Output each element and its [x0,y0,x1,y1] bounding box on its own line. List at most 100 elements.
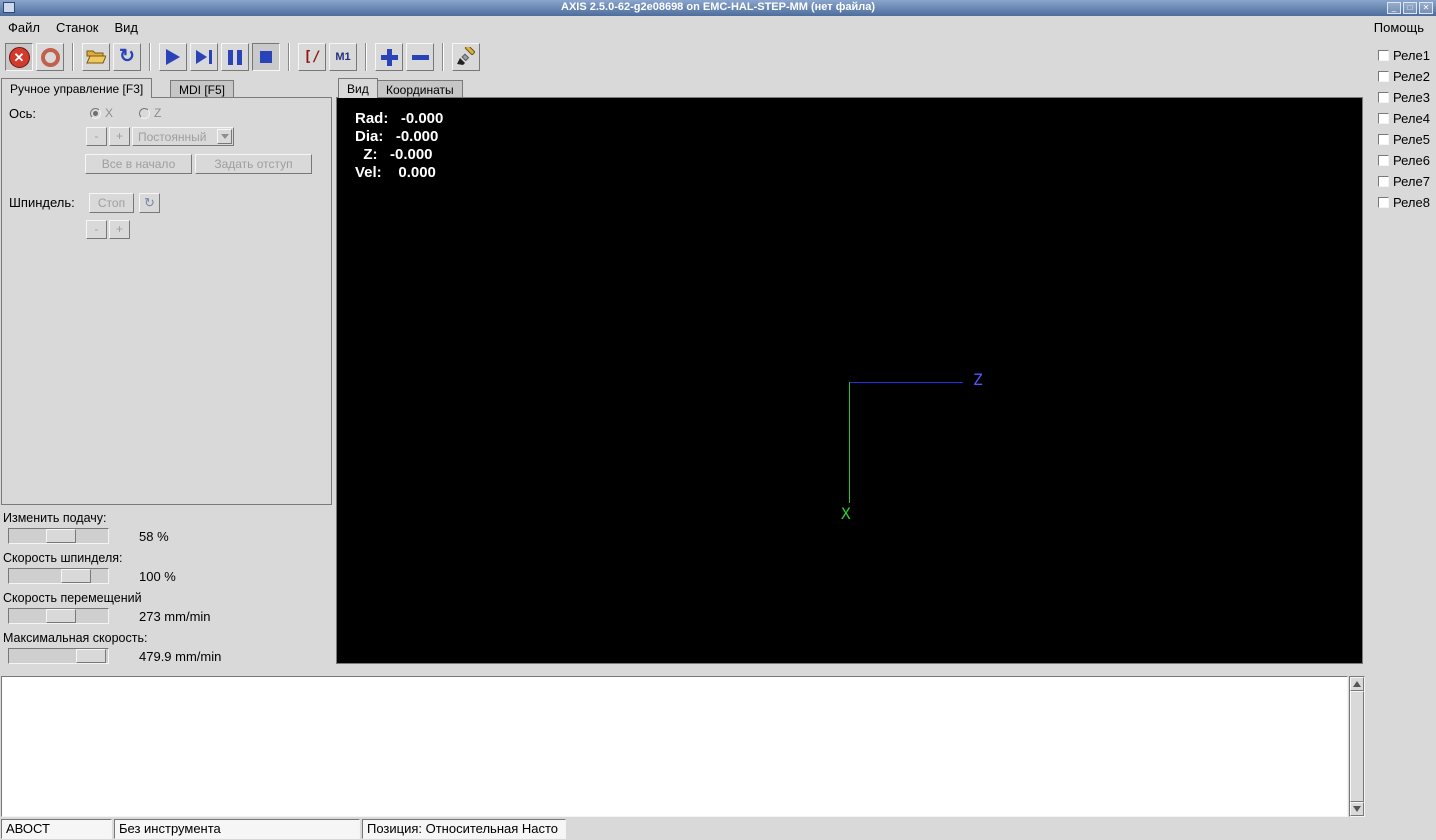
home-all-button[interactable]: Все в начало [85,154,192,174]
radio-icon [90,107,101,119]
scrollbar-thumb[interactable] [1350,691,1364,802]
feed-override-label: Изменить подачу: [3,511,107,525]
status-estop: АВОСТ [1,819,112,839]
menu-help[interactable]: Помощь [1366,17,1432,38]
estop-button[interactable]: ✕ [5,43,33,71]
tab-manual-control[interactable]: Ручное управление [F3] [1,78,153,98]
spindle-clockwise-button[interactable]: ↻ [139,193,160,213]
tab-preview[interactable]: Вид [338,78,378,98]
jog-speed-label: Скорость перемещений [3,591,142,605]
preview-canvas[interactable]: Rad: -0.000 Dia: -0.000 Z: -0.000 Vel: 0… [337,98,1362,663]
x-axis-label: X [841,504,851,523]
statusbar: АВОСТ Без инструмента Позиция: Относител… [0,819,1436,839]
readout-line-vel: Vel: 0.000 [355,164,436,181]
block-delete-button[interactable]: [/ [298,43,326,71]
relay-label: Реле7 [1393,173,1430,189]
jog-speed-slider[interactable] [8,608,109,624]
tab-dro[interactable]: Координаты [377,80,463,97]
toolbar-separator [72,43,74,71]
relay-checkbox-2[interactable]: Реле2 [1378,68,1430,84]
titlebar: AXIS 2.5.0-62-g2e08698 on EMC-HAL-STEP-M… [0,0,1436,16]
scroll-down-icon[interactable] [1350,802,1364,816]
relay-checkbox-6[interactable]: Реле6 [1378,152,1430,168]
menu-view[interactable]: Вид [107,17,147,38]
max-speed-value: 479.9 mm/min [139,648,222,664]
machine-power-button[interactable] [36,43,64,71]
minimize-button[interactable]: _ [1387,2,1401,14]
spindle-plus-button[interactable]: + [109,220,130,239]
block-delete-icon: [/ [303,49,321,65]
gcode-scrollbar[interactable] [1349,676,1365,817]
relay-label: Реле3 [1393,89,1430,105]
chevron-down-icon[interactable] [217,129,232,144]
optional-stop-button[interactable]: M1 [329,43,357,71]
jog-mode-combobox[interactable]: Постоянный [132,127,234,146]
max-speed-slider[interactable] [8,648,109,664]
checkbox-icon [1378,49,1389,61]
jog-minus-button[interactable]: - [86,127,107,146]
readout-line-z: Z: -0.000 [355,146,433,163]
x-axis-line [849,382,850,503]
relay-label: Реле2 [1393,68,1430,84]
z-axis-line [850,382,963,383]
manual-control-panel: Ось: X Z - + Постоянный Все в начало Зад… [1,97,332,505]
slider-handle[interactable] [46,529,76,543]
checkbox-icon [1378,154,1389,166]
touch-off-button[interactable]: Задать отступ [195,154,312,174]
relay-label: Реле5 [1393,131,1430,147]
slider-handle[interactable] [46,609,76,623]
position-readout: Rad: -0.000 Dia: -0.000 Z: -0.000 Vel: 0… [355,110,443,182]
pause-button[interactable] [221,43,249,71]
slider-handle[interactable] [61,569,91,583]
relay-checkbox-3[interactable]: Реле3 [1378,89,1430,105]
relay-checkbox-5[interactable]: Реле5 [1378,131,1430,147]
stop-icon [260,51,272,63]
run-button[interactable] [159,43,187,71]
tab-mdi[interactable]: MDI [F5] [170,80,235,97]
relay-checkbox-7[interactable]: Реле7 [1378,173,1430,189]
checkbox-icon [1378,175,1389,187]
zoom-in-button[interactable] [375,43,403,71]
stop-button[interactable] [252,43,280,71]
zoom-out-icon [411,54,429,60]
slider-handle[interactable] [76,649,106,663]
close-button[interactable]: ✕ [1419,2,1433,14]
axis-radio-x[interactable]: X [90,106,113,120]
z-axis-label: Z [973,370,983,389]
spindle-override-slider[interactable] [8,568,109,584]
spindle-override-value: 100 % [139,568,176,584]
open-folder-icon [86,50,106,64]
feed-override-slider[interactable] [8,528,109,544]
menubar: Файл Станок Вид Помощь [0,16,1436,38]
max-speed-group: Максимальная скорость: 479.9 mm/min [0,631,332,664]
step-button[interactable] [190,43,218,71]
estop-icon: ✕ [8,46,30,68]
clear-plot-brush-icon [457,47,476,65]
open-file-button[interactable] [82,43,110,71]
machine-power-icon [40,47,60,67]
scroll-up-icon[interactable] [1350,677,1364,691]
reload-button[interactable]: ↻ [113,43,141,71]
toolbar-separator [288,43,290,71]
spindle-stop-button[interactable]: Стоп [89,193,134,213]
spindle-minus-button[interactable]: - [86,220,107,239]
toolbar-separator [365,43,367,71]
zoom-out-button[interactable] [406,43,434,71]
jog-plus-button[interactable]: + [109,127,130,146]
gcode-listing[interactable] [1,676,1348,817]
relay-checkbox-1[interactable]: Реле1 [1378,47,1430,63]
window-icon [3,2,15,13]
spindle-override-label: Скорость шпинделя: [3,551,123,565]
axis-radio-z[interactable]: Z [139,106,161,120]
menu-file[interactable]: Файл [0,17,48,38]
radio-icon [139,107,150,119]
relay-checkbox-8[interactable]: Реле8 [1378,194,1430,210]
maximize-button[interactable]: □ [1403,2,1417,14]
optional-stop-icon: M1 [335,51,351,63]
toolbar-separator [149,43,151,71]
clear-plot-button[interactable] [452,43,480,71]
relay-checkbox-4[interactable]: Реле4 [1378,110,1430,126]
toolbar-separator [442,43,444,71]
run-icon [166,49,180,65]
menu-machine[interactable]: Станок [48,17,107,38]
